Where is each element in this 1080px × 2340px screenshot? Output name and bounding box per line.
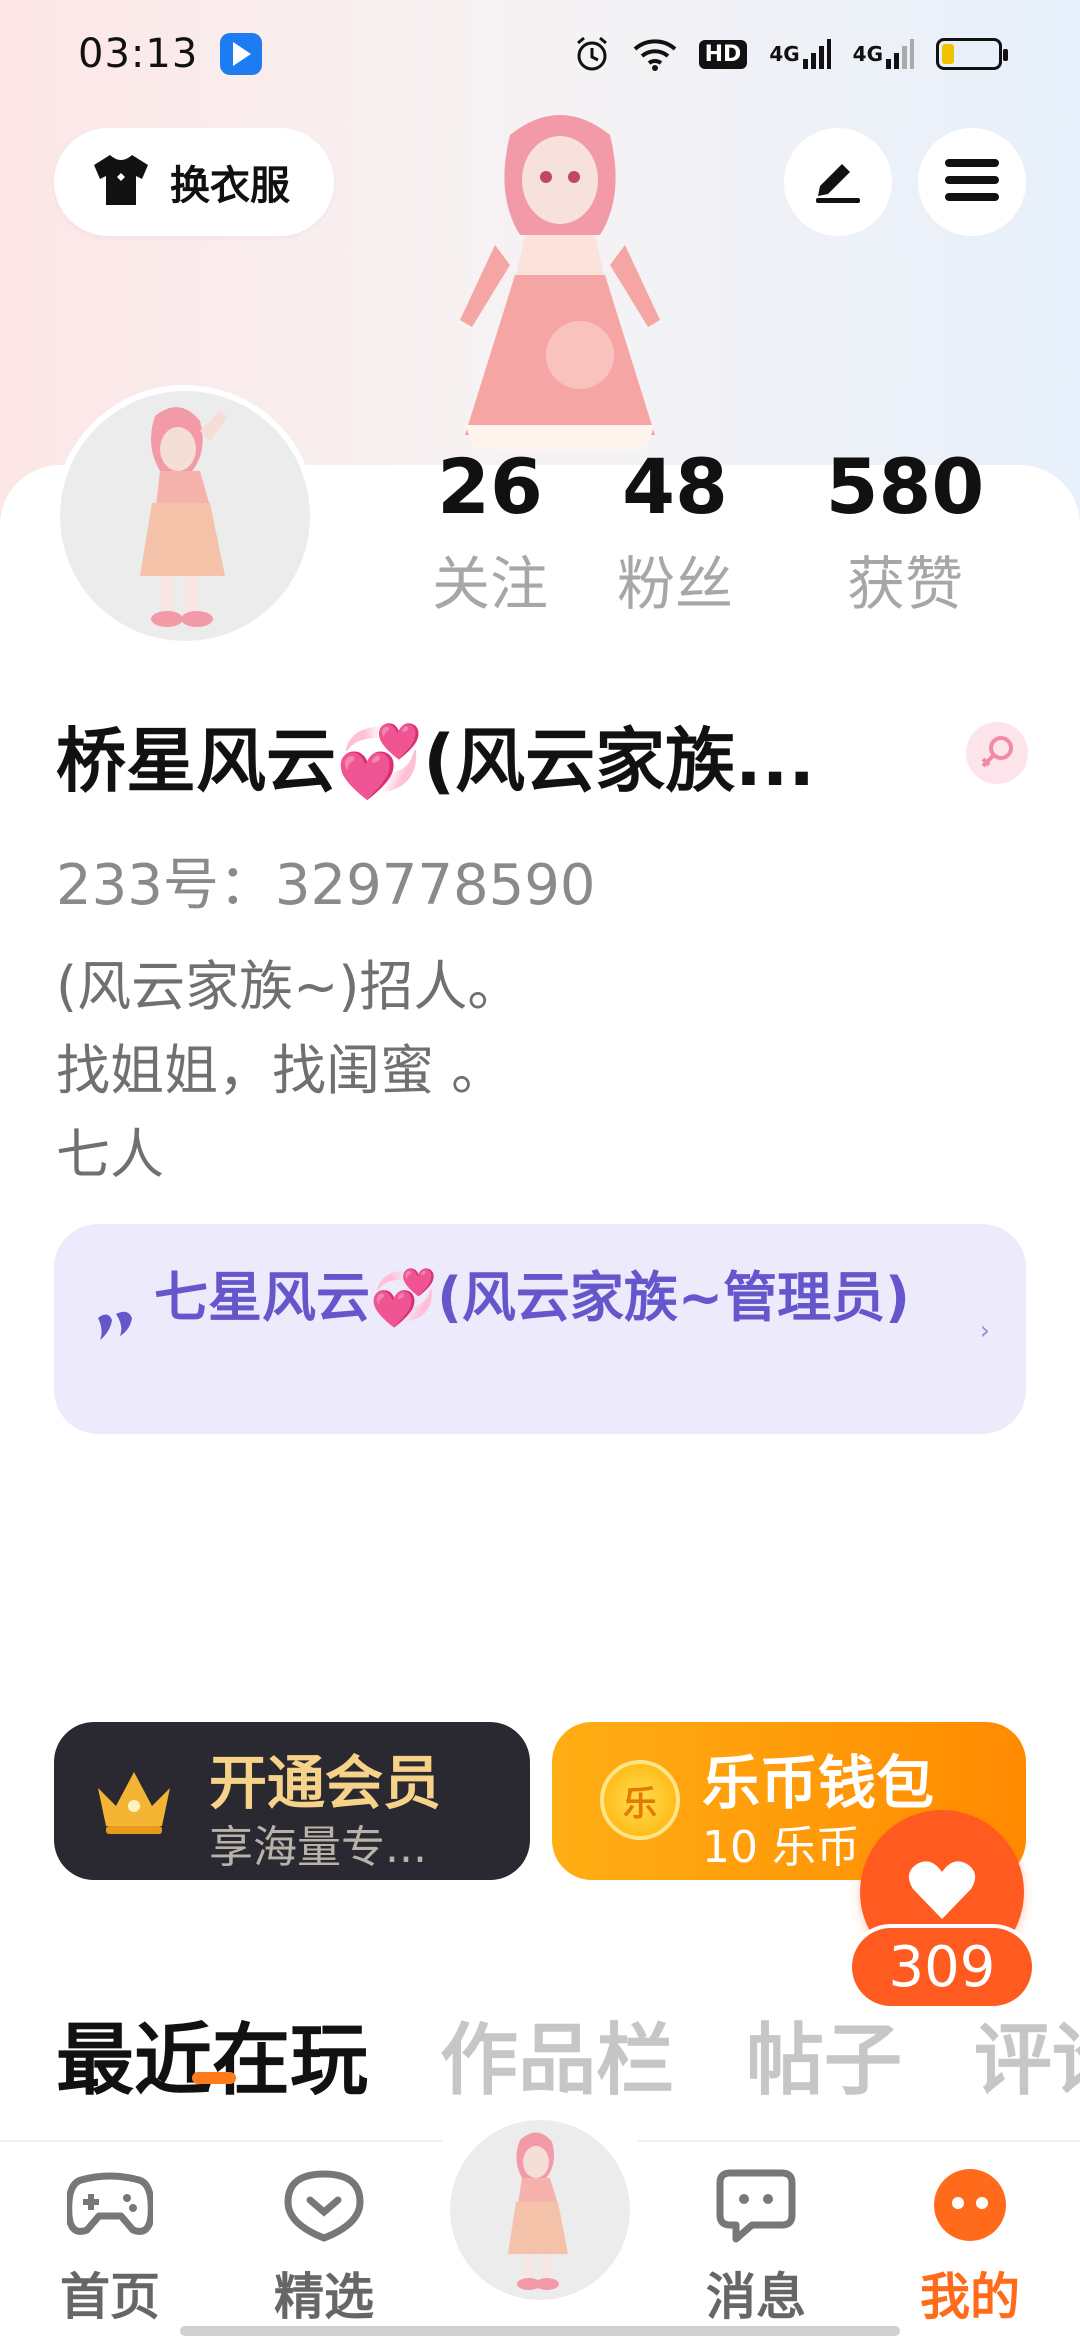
- profile-avatar[interactable]: [54, 385, 316, 647]
- signal-icon-sim1: 4G: [769, 39, 831, 69]
- home-indicator: [180, 2326, 900, 2336]
- heart-icon: [907, 1859, 977, 1925]
- me-icon: [925, 2165, 1015, 2245]
- avatar-character-figure: [440, 105, 680, 465]
- stat-likes-value: 580: [825, 442, 985, 531]
- stat-following[interactable]: 26 关注: [420, 445, 560, 621]
- nav-messages-label: 消息: [706, 2268, 806, 2326]
- nav-me[interactable]: 我的: [900, 2165, 1040, 2329]
- stat-following-label: 关注: [431, 549, 548, 618]
- status-bar: 03:13 HD 4G 4G: [0, 0, 1080, 108]
- stat-followers-value: 48: [622, 442, 728, 531]
- vip-membership-card[interactable]: 开通会员 享海量专...: [54, 1722, 530, 1880]
- bio-line: 七人: [56, 1123, 164, 1186]
- profile-stats: 26 关注 48 粉丝 580 获赞: [420, 445, 1040, 621]
- nav-me-label: 我的: [920, 2268, 1020, 2326]
- profile-username: 桥星风云💞(风云家族...: [56, 720, 815, 802]
- stat-followers-label: 粉丝: [616, 549, 733, 618]
- nav-featured-label: 精选: [274, 2268, 374, 2326]
- message-icon: [711, 2165, 801, 2245]
- user-id: 233号：329778590: [56, 853, 596, 918]
- nav-messages[interactable]: 消息: [686, 2165, 826, 2329]
- wifi-icon: [633, 37, 677, 71]
- tab-comments[interactable]: 评论: [974, 1998, 1080, 2110]
- crown-icon: [92, 1766, 176, 1840]
- battery-icon: [936, 38, 1008, 70]
- stat-following-value: 26: [437, 442, 543, 531]
- status-time: 03:13: [78, 31, 199, 77]
- app-notification-icon: [220, 33, 263, 75]
- nav-home-label: 首页: [60, 2268, 160, 2326]
- bio-line: 找姐姐，找闺蜜 。: [56, 1039, 506, 1102]
- chevron-right-icon: ›: [979, 1316, 990, 1346]
- tab-posts[interactable]: 帖子: [746, 1998, 902, 2110]
- wallet-title: 乐币钱包: [702, 1749, 935, 1817]
- alarm-icon: [573, 35, 611, 73]
- stat-followers[interactable]: 48 粉丝: [560, 445, 790, 621]
- nav-avatar-button[interactable]: [444, 2114, 636, 2306]
- vip-title: 开通会员: [209, 1749, 442, 1817]
- hamburger-icon: [945, 157, 999, 207]
- stat-likes-label: 获赞: [846, 549, 963, 618]
- family-badge-icon: [94, 1306, 136, 1350]
- pencil-icon: [812, 156, 864, 208]
- hd-voice-icon: HD: [698, 39, 748, 69]
- heart-chat-icon: [279, 2165, 369, 2245]
- change-outfit-label: 换衣服: [170, 163, 290, 209]
- bio-line: (风云家族~)招人。: [56, 955, 522, 1018]
- tab-recent-play[interactable]: 最近在玩: [56, 1998, 368, 2110]
- coin-icon: 乐: [600, 1760, 680, 1840]
- female-gender-icon: [966, 722, 1028, 784]
- signal-icon-sim2: 4G: [853, 39, 914, 69]
- tshirt-icon: [90, 153, 152, 211]
- family-name: 七星风云💞(风云家族~管理员): [154, 1266, 910, 1329]
- tab-active-indicator: [192, 2072, 236, 2084]
- stat-likes[interactable]: 580 获赞: [790, 445, 1020, 621]
- gamepad-icon: [65, 2165, 155, 2245]
- nav-home[interactable]: 首页: [40, 2165, 180, 2329]
- menu-button[interactable]: [918, 128, 1026, 236]
- change-outfit-button[interactable]: 换衣服: [54, 128, 334, 236]
- edit-profile-button[interactable]: [784, 128, 892, 236]
- family-card[interactable]: 七星风云💞(风云家族~管理员) ›: [54, 1224, 1026, 1434]
- nav-featured[interactable]: 精选: [254, 2165, 394, 2329]
- profile-bio: (风云家族~)招人。 找姐姐，找闺蜜 。 七人: [56, 945, 521, 1197]
- vip-subtitle: 享海量专...: [209, 1822, 427, 1873]
